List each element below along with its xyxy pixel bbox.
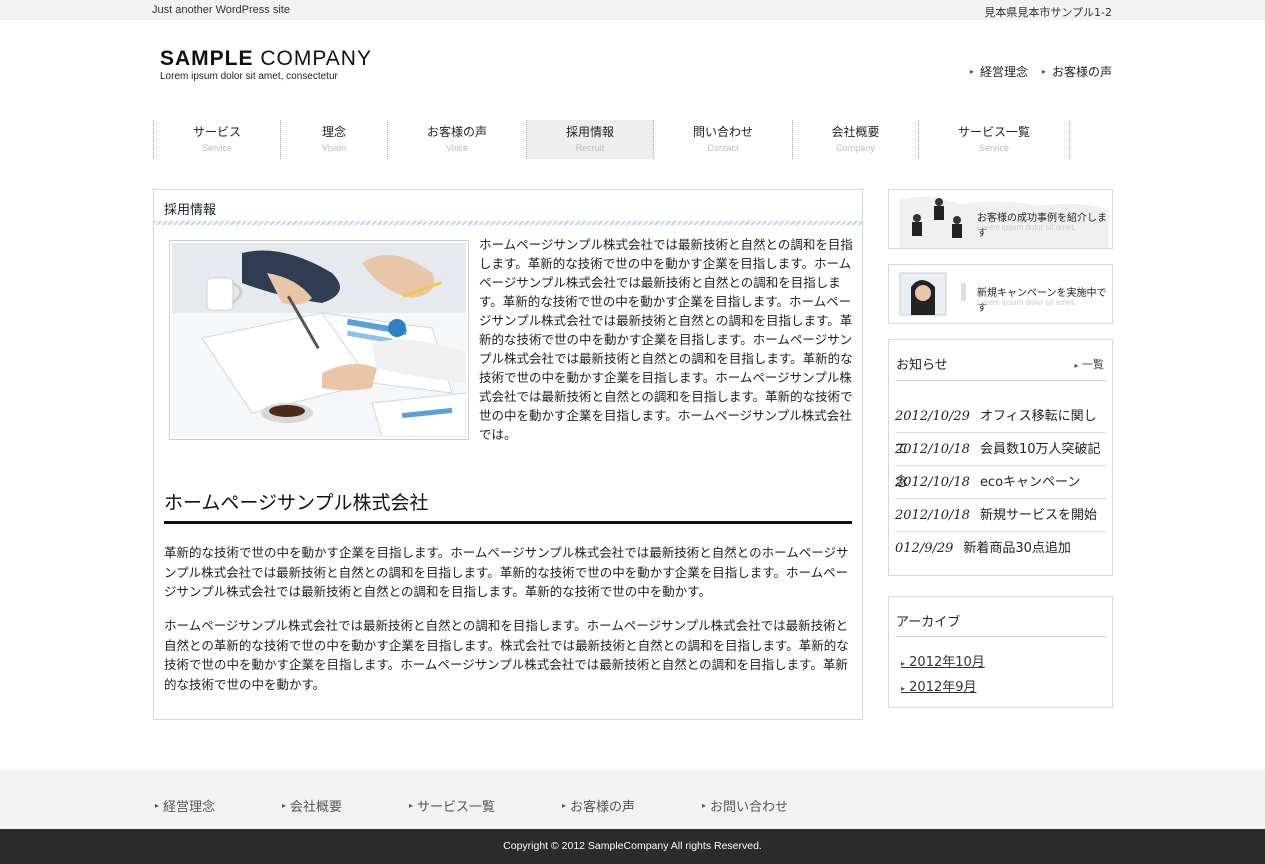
news-text: 新規サービスを開始	[979, 508, 1097, 523]
arrow-right-icon: ▸	[901, 659, 906, 668]
footer-link-label: お問い合わせ	[710, 800, 789, 815]
arrow-right-icon: ▸	[702, 801, 707, 810]
news-text: ecoキャンペーン	[979, 475, 1081, 490]
footer-link-label: サービス一覧	[417, 800, 496, 815]
nav-label: 問い合わせ	[692, 125, 753, 139]
business-meeting-photo	[169, 240, 469, 440]
top-bar: Just another WordPress site 見本県見本市サンプル1-…	[0, 0, 1265, 20]
nav-sublabel: Service	[201, 143, 232, 153]
archive-link[interactable]: ▸ 2012年9月	[901, 676, 977, 695]
nav-item-contact[interactable]: 問い合わせ Contact	[654, 120, 793, 159]
footer-link-company[interactable]: ▸ 会社概要	[282, 796, 342, 815]
nav-label: 理念	[321, 125, 346, 139]
page-title: 採用情報	[164, 203, 217, 218]
news-item[interactable]: 2012/10/18 ecoキャンペーン	[895, 466, 1106, 499]
arrow-right-icon: ▸	[282, 801, 287, 810]
nav-item-recruit[interactable]: 採用情報 Recruit	[527, 120, 654, 159]
header-link-label: お客様の声	[1051, 65, 1112, 79]
nav-label: サービス一覧	[957, 125, 1030, 139]
banner-subtext: Lorem ipsum dolor sit amet,	[977, 298, 1076, 307]
nav-label: 採用情報	[565, 125, 614, 139]
news-item[interactable]: 2012/10/18 会員数10万人突破記念	[895, 433, 1106, 490]
photo-illustration	[172, 243, 466, 437]
footer-link-philosophy[interactable]: ▸ 経営理念	[155, 796, 215, 815]
nav-item-voice[interactable]: お客様の声 Voice	[388, 120, 527, 159]
archive-box: アーカイブ ▸ 2012年10月 ▸ 2012年9月	[888, 596, 1113, 708]
logo-name-bold: SAMPLE	[160, 47, 254, 70]
news-date: 2012/10/18	[895, 475, 970, 490]
body-paragraph-1: 革新的な技術で世の中を動かす企業を目指します。ホームページサンプル株式会社では最…	[164, 545, 849, 599]
nav-label: 会社概要	[831, 125, 880, 139]
footer-link-label: 会社概要	[290, 800, 343, 815]
campaign-banner[interactable]: 新規キャンペーンを実施中です Lorem ipsum dolor sit ame…	[888, 264, 1113, 324]
news-item[interactable]: 012/9/29 新着商品30点追加	[895, 532, 1106, 565]
logo-subtitle: Lorem ipsum dolor sit amet, consectetur	[160, 71, 338, 82]
news-date: 2012/10/18	[895, 508, 970, 523]
arrow-right-icon: ▸	[155, 801, 160, 810]
nav-sublabel: Vision	[321, 143, 347, 153]
arrow-right-icon: ▸	[1041, 67, 1046, 76]
news-title-divider	[895, 380, 1106, 381]
archive-title-divider	[895, 636, 1106, 637]
main-content: 採用情報 ホームページサンプル株式会社では最新技術と自然との調和を目指します。革…	[153, 189, 863, 720]
news-item[interactable]: 2012/10/18 新規サービスを開始	[895, 499, 1106, 532]
site-tagline: Just another WordPress site	[152, 4, 290, 16]
body-paragraph-2: ホームページサンプル株式会社では最新技術と自然との調和を目指します。ホームページ…	[164, 618, 849, 692]
global-nav: サービス Service 理念 Vision お客様の声 Voice 採用情報 Recr…	[153, 120, 1070, 159]
nav-sublabel: Service	[978, 143, 1009, 153]
archive-title: アーカイブ	[896, 615, 961, 630]
section-heading: ホームページサンプル株式会社	[164, 492, 429, 514]
news-title: お知らせ	[896, 358, 948, 373]
news-date: 2012/10/29	[895, 409, 970, 424]
logo-name: SAMPLE COMPANY	[160, 48, 372, 70]
title-divider	[154, 221, 862, 225]
nav-sublabel: Voice	[445, 143, 469, 153]
arrow-right-icon: ▸	[409, 801, 414, 810]
arrow-right-icon: ▸	[901, 684, 906, 693]
success-stories-banner[interactable]: お客様の成功事例を紹介します Lorem ipsum dolor sit ame…	[888, 189, 1113, 249]
arrow-right-icon: ▸	[969, 67, 974, 76]
archive-label: 2012年9月	[909, 680, 977, 695]
news-text: 新着商品30点追加	[963, 541, 1071, 556]
header-link-voice[interactable]: ▸ お客様の声	[1042, 63, 1112, 80]
header-links: ▸ 経営理念 ▸ お客様の声	[970, 63, 1112, 80]
nav-item-service-list[interactable]: サービス一覧 Service	[919, 120, 1070, 159]
news-more-link[interactable]: ▸ 一覧	[1074, 356, 1104, 372]
footer-link-label: 経営理念	[163, 800, 216, 815]
news-item[interactable]: 2012/10/29 オフィス移転に関して	[895, 400, 1106, 457]
footer-nav: ▸ 経営理念 ▸ 会社概要 ▸ サービス一覧 ▸ お客様の声 ▸ お問い合わせ	[0, 770, 1265, 830]
news-more-label: 一覧	[1082, 358, 1104, 371]
arrow-right-icon: ▸	[1074, 361, 1079, 370]
copyright: Copyright © 2012 SampleCompany All right…	[0, 829, 1265, 864]
company-address: 見本県見本市サンプル1-2	[984, 6, 1112, 19]
footer-link-contact[interactable]: ▸ お問い合わせ	[702, 796, 788, 815]
nav-sublabel: Company	[836, 143, 875, 153]
heading-underline	[164, 521, 852, 524]
footer-link-label: お客様の声	[570, 800, 636, 815]
archive-link[interactable]: ▸ 2012年10月	[901, 651, 985, 670]
nav-sublabel: Recruit	[575, 143, 605, 153]
news-box: お知らせ ▸ 一覧 2012/10/29 オフィス移転に関して 2012/10/1…	[888, 339, 1113, 576]
nav-item-service[interactable]: サービス Service	[154, 120, 281, 159]
news-date: 2012/10/18	[895, 442, 970, 457]
header-link-label: 経営理念	[979, 65, 1028, 79]
intro-text: ホームページサンプル株式会社では最新技術と自然との調和を目指します。革新的な技術…	[479, 237, 853, 442]
news-date: 012/9/29	[895, 541, 954, 556]
nav-sublabel: Contact	[707, 143, 739, 153]
site-logo[interactable]: SAMPLE COMPANY Lorem ipsum dolor sit ame…	[160, 48, 372, 83]
footer-link-service-list[interactable]: ▸ サービス一覧	[409, 796, 495, 815]
arrow-right-icon: ▸	[562, 801, 567, 810]
nav-label: お客様の声	[426, 125, 487, 139]
logo-name-rest: COMPANY	[253, 47, 372, 70]
nav-label: サービス	[192, 125, 241, 139]
footer-link-voice[interactable]: ▸ お客様の声	[562, 796, 635, 815]
nav-item-vision[interactable]: 理念 Vision	[281, 120, 388, 159]
banner-subtext: Lorem ipsum dolor sit amet,	[977, 223, 1076, 232]
nav-item-company[interactable]: 会社概要 Company	[793, 120, 919, 159]
header-link-philosophy[interactable]: ▸ 経営理念	[970, 63, 1028, 80]
archive-label: 2012年10月	[909, 655, 985, 670]
